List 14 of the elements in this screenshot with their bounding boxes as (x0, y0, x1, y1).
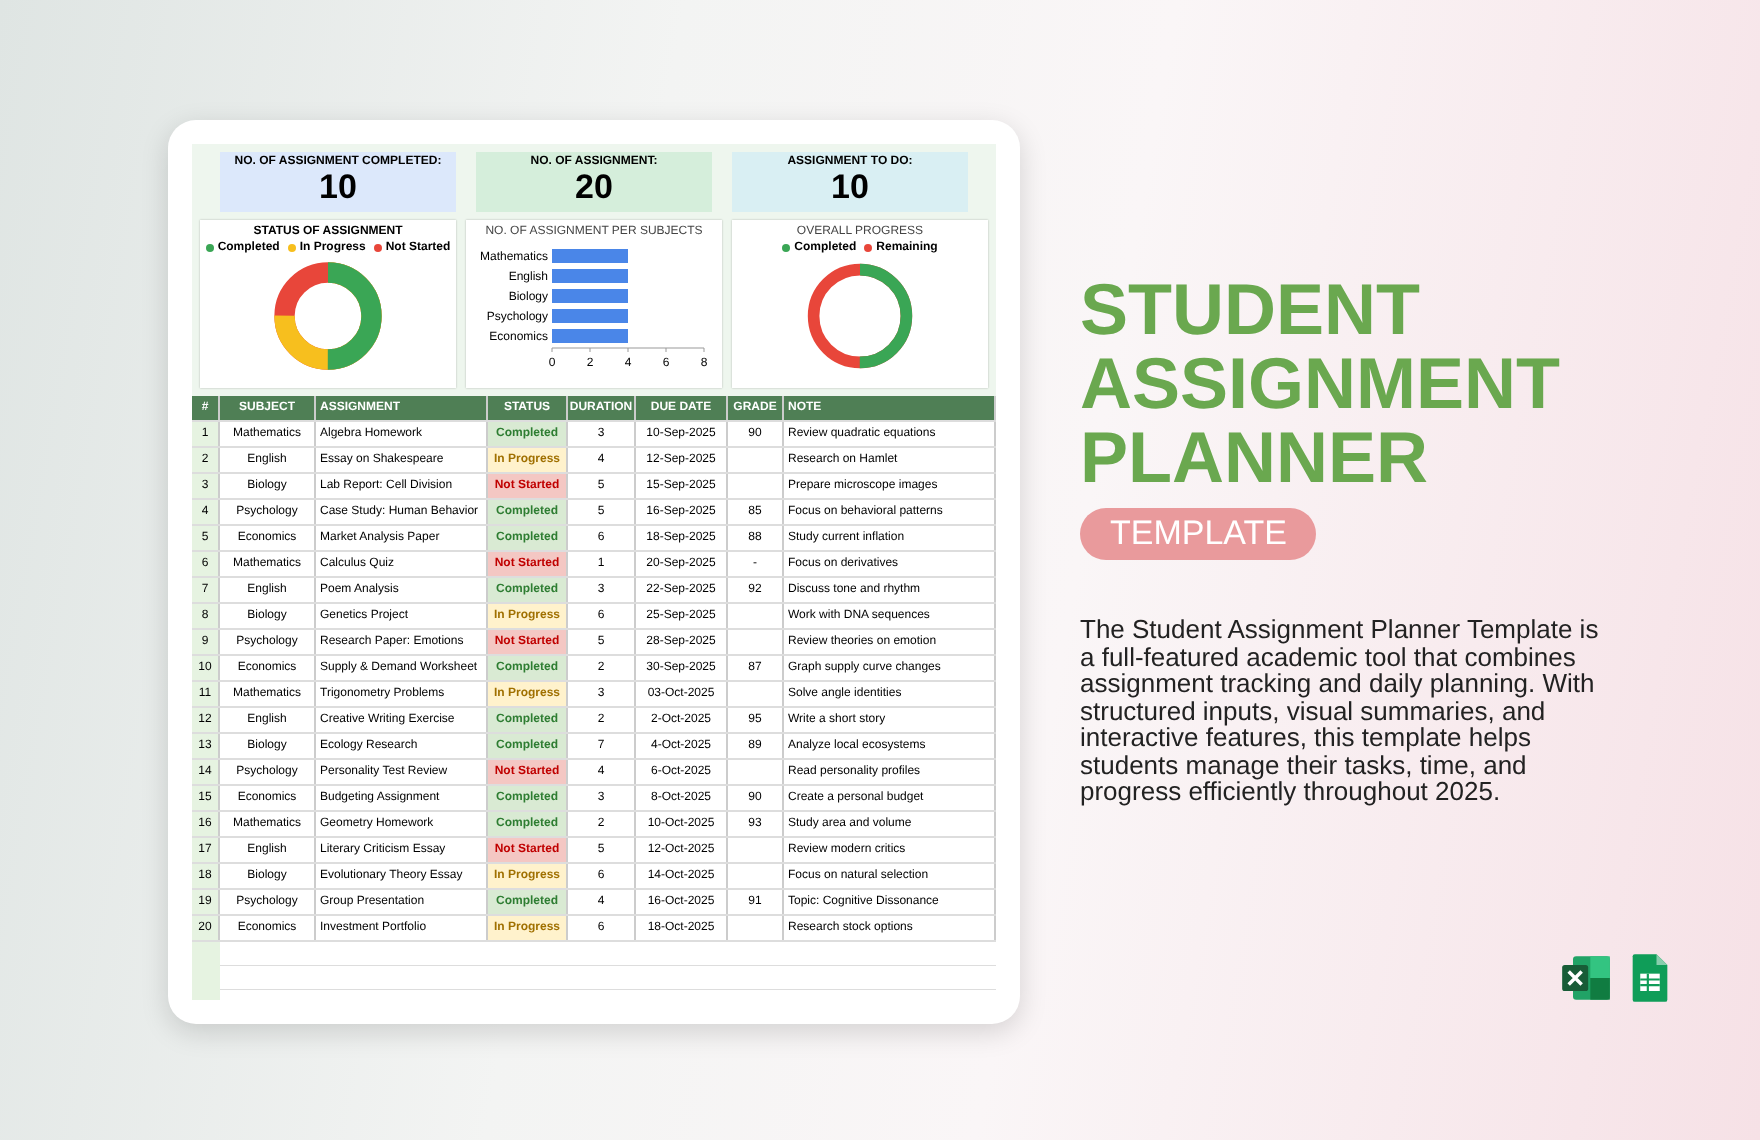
bar (552, 249, 628, 263)
bar (552, 269, 628, 283)
kpi-value: 20 (575, 168, 613, 206)
bar (552, 329, 628, 343)
kpi-value: 10 (831, 168, 869, 206)
bar (552, 309, 628, 323)
bar (552, 289, 628, 303)
donut-chart-drawing (802, 258, 918, 374)
template-badge: TEMPLATE (1080, 508, 1317, 560)
donut-chart-drawing (270, 258, 386, 374)
title-heading: STUDENT ASSIGNMENT PLANNER (1080, 272, 1561, 494)
kpi-value: 10 (319, 168, 357, 206)
spreadsheet-x-icon (1560, 952, 1612, 1004)
description-text: The Student Assignment Planner Template is a full-featured academic tool that combines assignment tracking and daily planning. With structured inputs, visual summaries, and interactive features, this template helps students manage their tasks, time, and progress efficiently throughout 2025. (1080, 616, 1601, 805)
